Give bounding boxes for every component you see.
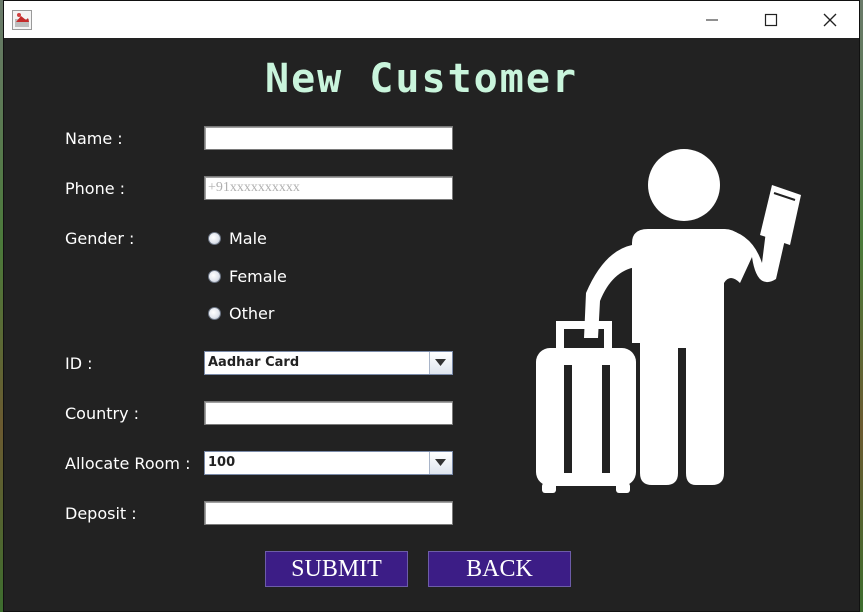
- gender-option-label: Female: [229, 267, 287, 286]
- close-button[interactable]: [801, 1, 860, 38]
- gender-radio-male[interactable]: Male: [208, 229, 267, 248]
- minimize-icon: [706, 19, 718, 21]
- room-selected: 100: [208, 455, 236, 470]
- new-customer-window: New Customer Name : Phone : Gender : Mal…: [3, 0, 860, 612]
- java-app-icon: [12, 10, 32, 30]
- country-field[interactable]: [204, 401, 453, 425]
- deposit-label: Deposit :: [65, 504, 137, 523]
- radio-circle-icon: [208, 270, 221, 283]
- name-label: Name :: [65, 129, 123, 148]
- chevron-down-icon[interactable]: [429, 452, 452, 474]
- phone-field[interactable]: [204, 176, 453, 200]
- form-panel: New Customer Name : Phone : Gender : Mal…: [4, 38, 859, 611]
- name-field[interactable]: [204, 126, 453, 150]
- id-type-dropdown[interactable]: Aadhar Card: [204, 351, 453, 375]
- allocate-room-label: Allocate Room :: [65, 454, 191, 473]
- chevron-down-icon[interactable]: [429, 352, 452, 374]
- gender-radio-other[interactable]: Other: [208, 304, 274, 323]
- gender-radio-female[interactable]: Female: [208, 267, 287, 286]
- phone-label: Phone :: [65, 179, 126, 198]
- submit-button[interactable]: SUBMIT: [265, 551, 408, 587]
- radio-circle-icon: [208, 307, 221, 320]
- country-label: Country :: [65, 404, 140, 423]
- traveler-with-luggage-icon: [536, 149, 801, 493]
- id-type-selected: Aadhar Card: [208, 355, 300, 370]
- radio-circle-icon: [208, 232, 221, 245]
- back-button[interactable]: BACK: [428, 551, 571, 587]
- gender-option-label: Other: [229, 304, 275, 323]
- maximize-button[interactable]: [742, 1, 801, 38]
- gender-label: Gender :: [65, 229, 135, 248]
- deposit-field[interactable]: [204, 501, 453, 525]
- id-label: ID :: [65, 354, 93, 373]
- title-bar[interactable]: [4, 1, 859, 38]
- minimize-button[interactable]: [683, 1, 742, 38]
- close-icon: [823, 13, 837, 27]
- gender-option-label: Male: [229, 229, 267, 248]
- room-dropdown[interactable]: 100: [204, 451, 453, 475]
- page-title: New Customer: [265, 56, 578, 102]
- maximize-icon: [764, 13, 778, 27]
